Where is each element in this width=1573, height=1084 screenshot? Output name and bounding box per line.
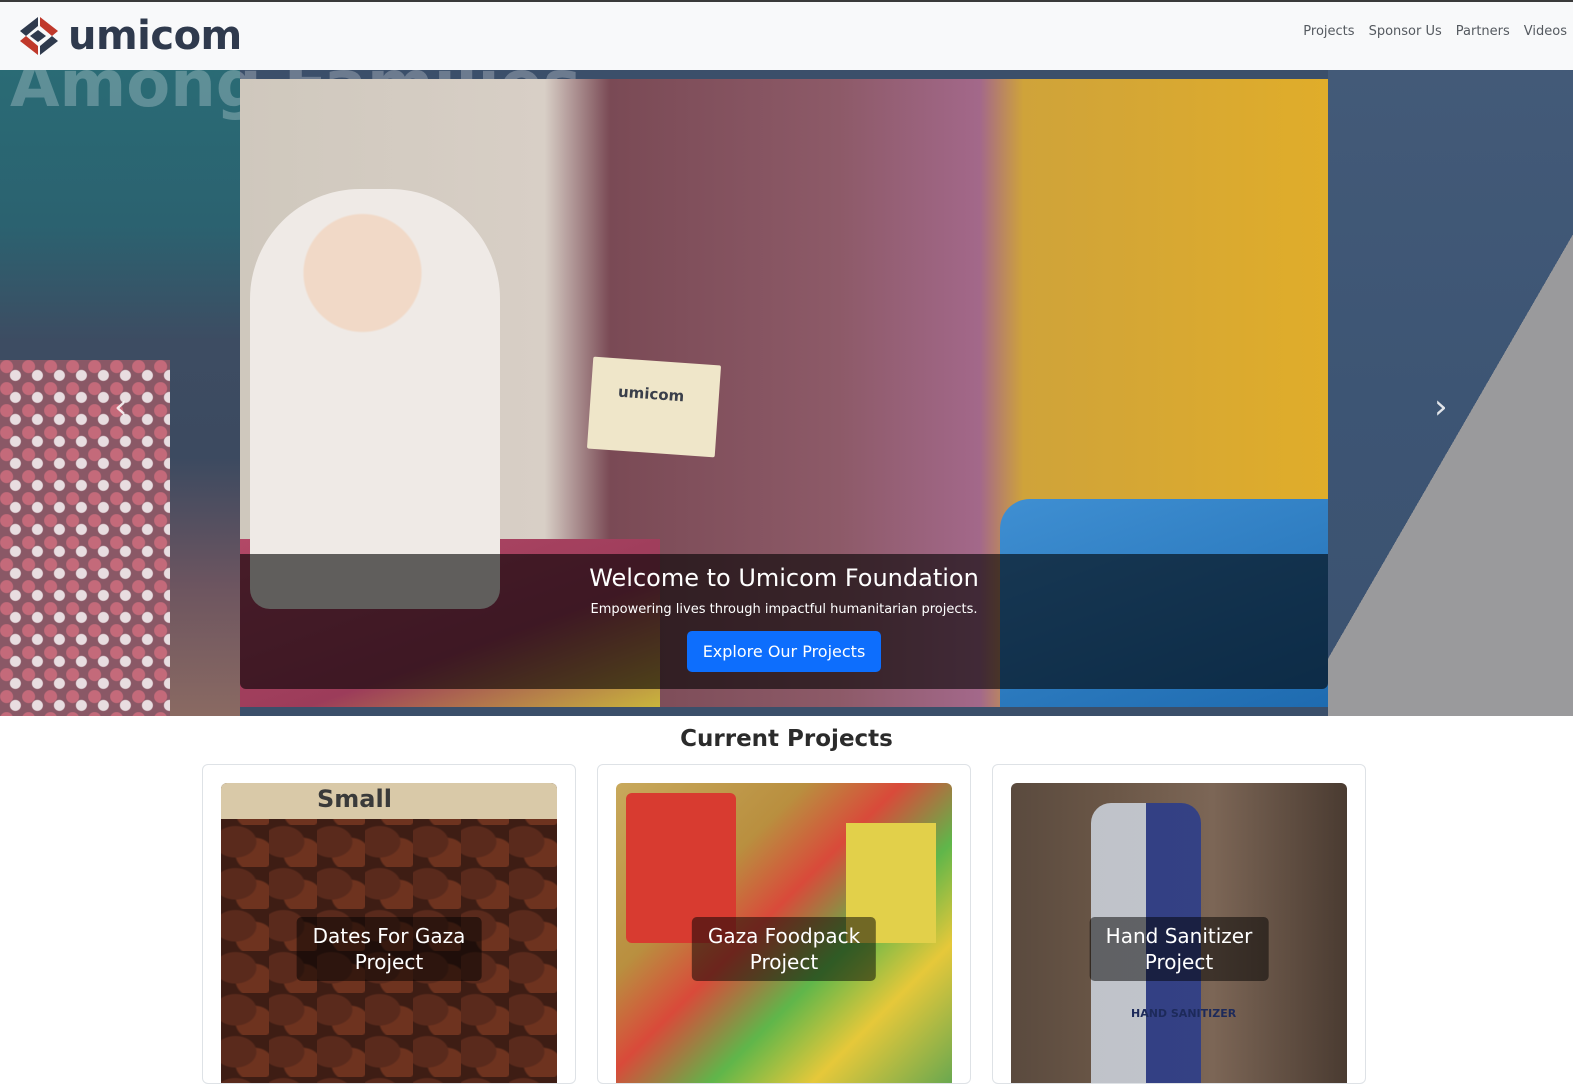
project-card-dates[interactable]: Small Dates For Gaza Project [202,764,576,1084]
nav-links: Projects Sponsor Us Partners Videos [1303,24,1567,39]
brand-logo-link[interactable]: umicom [16,14,242,58]
nav-item-projects[interactable]: Projects [1303,24,1354,39]
project-title-line: Project [749,950,819,974]
nav-item-sponsor-us[interactable]: Sponsor Us [1369,24,1442,39]
carousel-prev-icon[interactable]: ‹ [114,390,128,424]
project-image-foodpack[interactable]: Gaza Foodpack Project [616,783,952,1083]
current-projects-heading: Current Projects [680,726,893,752]
project-title-overlay: Gaza Foodpack Project [691,917,877,981]
projects-card-list: Small Dates For Gaza Project Gaza Foodpa… [202,764,1367,1084]
dates-box-label: Small [317,785,392,813]
project-title-line: Project [354,950,424,974]
project-image-sanitizer[interactable]: HAND SANITIZER Hand Sanitizer Project [1011,783,1347,1083]
caption-title: Welcome to Umicom Foundation [589,564,979,592]
brand-name: umicom [68,13,242,59]
hero-background-diagonal [1328,70,1573,716]
navbar: umicom Projects Sponsor Us Partners Vide… [0,2,1573,70]
slide-child-figure [250,189,500,609]
hero-carousel: Among Families umicom Welcome to Umicom … [0,70,1573,716]
sanitizer-bottle-label: HAND SANITIZER [1131,1007,1237,1020]
project-image-dates[interactable]: Small Dates For Gaza Project [221,783,557,1083]
project-card-sanitizer[interactable]: HAND SANITIZER Hand Sanitizer Project [992,764,1366,1084]
project-title-line: Hand Sanitizer [1105,924,1253,948]
explore-projects-button[interactable]: Explore Our Projects [686,631,882,672]
project-title-overlay: Hand Sanitizer Project [1089,917,1269,981]
umicom-chevrons-logo-icon [20,17,58,55]
project-title-line: Gaza Foodpack [707,924,861,948]
project-title-overlay: Dates For Gaza Project [296,917,482,981]
hero-background-right [1328,70,1573,716]
caption-text: Empowering lives through impactful human… [590,602,978,617]
nav-item-videos[interactable]: Videos [1524,24,1567,39]
project-title-line: Dates For Gaza [312,924,466,948]
nav-item-partners[interactable]: Partners [1456,24,1510,39]
slide-umicom-card [586,356,722,458]
hero-background-floral-cloth [0,360,170,716]
carousel-next-icon[interactable]: › [1434,390,1448,424]
project-card-foodpack[interactable]: Gaza Foodpack Project [597,764,971,1084]
carousel-caption: Welcome to Umicom Foundation Empowering … [240,554,1328,689]
project-title-line: Project [1144,950,1214,974]
